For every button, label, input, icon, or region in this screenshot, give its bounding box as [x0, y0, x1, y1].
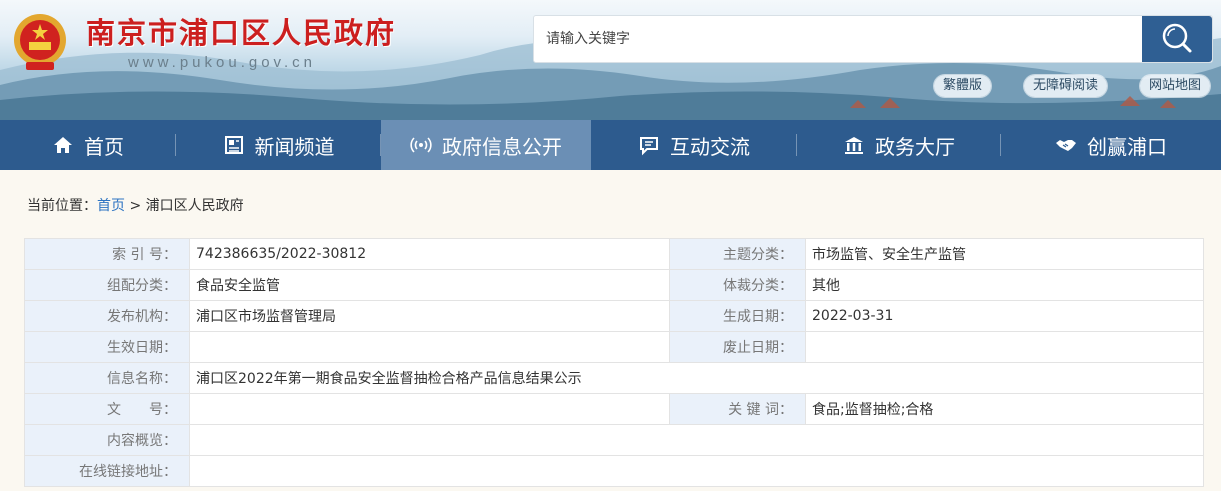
- quick-links: 繁體版 无障碍阅读 网站地图: [934, 75, 1211, 97]
- breadcrumb-current: 浦口区人民政府: [145, 198, 244, 214]
- site-url: www.pukou.gov.cn: [128, 54, 316, 71]
- docno-label: 文 号：: [24, 393, 190, 425]
- breadcrumb: 当前位置：首页 > 浦口区人民政府: [27, 195, 244, 215]
- news-icon: [224, 136, 243, 154]
- nav-news-label: 新闻频道: [254, 134, 335, 159]
- theme-value: 市场监管、安全生产监管: [805, 238, 1204, 270]
- table-row: 在线链接地址：: [24, 455, 1204, 487]
- handshake-icon: [1056, 140, 1076, 151]
- name-value: 浦口区2022年第一期食品安全监督抽检合格产品信息结果公示: [189, 362, 1204, 394]
- nav-home[interactable]: 首页: [0, 120, 176, 170]
- home-icon: [54, 137, 72, 153]
- main-nav: 首页 新闻频道 政府信息公开 互动交流 政务大厅 创赢浦口: [0, 120, 1221, 170]
- site-title: 南京市浦口区人民政府: [86, 16, 397, 50]
- name-label: 信息名称：: [24, 362, 190, 394]
- created-label: 生成日期：: [669, 300, 806, 332]
- table-row: 发布机构： 浦口区市场监督管理局 生成日期： 2022-03-31: [24, 300, 1204, 332]
- index-label: 索 引 号：: [24, 238, 190, 270]
- nav-gov-info-label: 政府信息公开: [442, 134, 562, 159]
- accessibility-link[interactable]: 无障碍阅读: [1024, 75, 1108, 97]
- keywords-label: 关 键 词：: [669, 393, 806, 425]
- nav-service-hall[interactable]: 政务大厅: [797, 120, 1001, 170]
- sitemap-link[interactable]: 网站地图: [1140, 75, 1211, 97]
- index-value: 742386635/2022-30812: [189, 238, 670, 270]
- group-value: 食品安全监管: [189, 269, 670, 301]
- nav-chuangying-label: 创赢浦口: [1087, 134, 1167, 159]
- nav-chuangying[interactable]: 创赢浦口: [1001, 120, 1221, 170]
- search-button[interactable]: [1142, 16, 1212, 62]
- expire-label: 废止日期：: [669, 331, 806, 363]
- breadcrumb-home-link[interactable]: 首页: [97, 198, 125, 214]
- genre-value: 其他: [805, 269, 1204, 301]
- search-bar: [533, 15, 1213, 63]
- keywords-value: 食品;监督抽检;合格: [805, 393, 1204, 425]
- nav-news[interactable]: 新闻频道: [176, 120, 381, 170]
- publisher-label: 发布机构：: [24, 300, 190, 332]
- effective-value: [189, 331, 670, 363]
- site-header: 南京市浦口区人民政府 www.pukou.gov.cn 繁體版 无障碍阅读 网站…: [0, 0, 1221, 120]
- nav-service-hall-label: 政务大厅: [875, 134, 955, 159]
- group-label: 组配分类：: [24, 269, 190, 301]
- theme-label: 主题分类：: [669, 238, 806, 270]
- traditional-chinese-link[interactable]: 繁體版: [934, 75, 992, 97]
- link-value: [189, 455, 1204, 487]
- table-row: 组配分类： 食品安全监管 体裁分类： 其他: [24, 269, 1204, 301]
- summary-value: [189, 424, 1204, 456]
- summary-label: 内容概览：: [24, 424, 190, 456]
- chat-icon: [640, 137, 658, 156]
- nav-interaction[interactable]: 互动交流: [591, 120, 797, 170]
- hall-icon: [845, 137, 863, 154]
- national-emblem-icon: [14, 14, 66, 70]
- publisher-value: 浦口区市场监督管理局: [189, 300, 670, 332]
- link-label: 在线链接地址：: [24, 455, 190, 487]
- genre-label: 体裁分类：: [669, 269, 806, 301]
- nav-interaction-label: 互动交流: [670, 134, 750, 159]
- created-value: 2022-03-31: [805, 300, 1204, 332]
- info-metadata-table: 索 引 号： 742386635/2022-30812 主题分类： 市场监管、安…: [24, 238, 1204, 487]
- table-row: 信息名称： 浦口区2022年第一期食品安全监督抽检合格产品信息结果公示: [24, 362, 1204, 394]
- effective-label: 生效日期：: [24, 331, 190, 363]
- expire-value: [805, 331, 1204, 363]
- nav-gov-info[interactable]: 政府信息公开: [381, 120, 591, 170]
- table-row: 索 引 号： 742386635/2022-30812 主题分类： 市场监管、安…: [24, 238, 1204, 270]
- breadcrumb-separator: >: [129, 198, 142, 214]
- broadcast-icon: [410, 137, 432, 153]
- docno-value: [189, 393, 670, 425]
- nav-home-label: 首页: [84, 134, 124, 159]
- table-row: 内容概览：: [24, 424, 1204, 456]
- search-input[interactable]: [534, 16, 1142, 62]
- table-row: 文 号： 关 键 词： 食品;监督抽检;合格: [24, 393, 1204, 425]
- table-row: 生效日期： 废止日期：: [24, 331, 1204, 363]
- breadcrumb-prefix: 当前位置：: [27, 198, 97, 214]
- search-icon: [1162, 23, 1192, 52]
